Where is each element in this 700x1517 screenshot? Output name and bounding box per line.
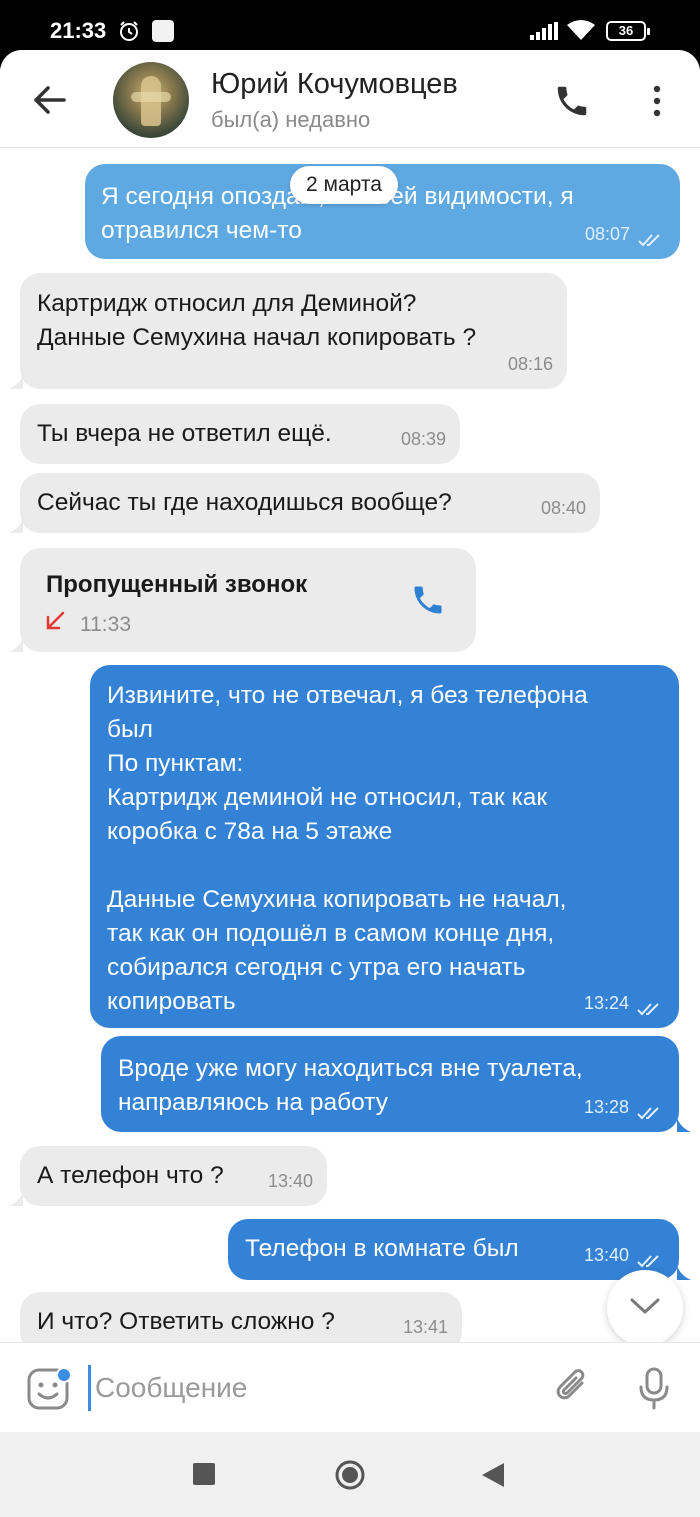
message-text: Вроде уже могу находиться вне туалета, н…: [118, 1055, 583, 1116]
message-text: И что? Ответить сложно ?: [37, 1308, 335, 1335]
missed-call-arrow-icon: [46, 611, 65, 630]
message-time: 13:28: [583, 1097, 629, 1117]
missed-call-card[interactable]: Пропущенный звонок 11:33: [20, 548, 476, 652]
wifi-icon: [567, 20, 595, 40]
status-time: 21:33: [50, 18, 107, 43]
read-ticks-icon: [637, 1255, 659, 1268]
message-bubble-incoming[interactable]: И что? Ответить сложно ? 13:41: [20, 1292, 462, 1342]
app-notification-icon: [152, 20, 174, 42]
battery-icon: 36: [606, 21, 650, 41]
call-back-phone-icon[interactable]: [410, 582, 446, 618]
message-time: 08:16: [507, 354, 553, 374]
chevron-down-icon: [630, 1298, 660, 1314]
back-arrow-icon[interactable]: [26, 80, 72, 120]
chat-header: Юрий Кочумовцев был(а) недавно: [0, 50, 700, 148]
message-time: 08:40: [540, 498, 586, 518]
bubble-tail: [9, 1192, 23, 1206]
contact-status: был(а) недавно: [211, 107, 371, 132]
date-separator: 2 марта: [290, 166, 398, 204]
read-ticks-icon: [637, 1003, 659, 1016]
bubble-tail: [9, 638, 23, 652]
microphone-icon[interactable]: [636, 1365, 672, 1411]
message-time: 08:39: [400, 429, 446, 449]
system-navigation-bar: [0, 1432, 700, 1517]
message-list[interactable]: Я сегодня опоздаю, по всей видимости, я …: [0, 148, 700, 1342]
bubble-tail: [677, 1266, 691, 1280]
phone-icon[interactable]: [553, 82, 591, 120]
message-composer: [0, 1342, 700, 1432]
message-time: 13:40: [583, 1245, 629, 1265]
message-time: 08:07: [584, 224, 630, 244]
message-bubble-incoming[interactable]: А телефон что ? 13:40: [20, 1146, 327, 1206]
message-bubble-incoming[interactable]: Сейчас ты где находишься вообще? 08:40: [20, 473, 600, 533]
bubble-tail: [677, 1118, 691, 1132]
message-bubble-outgoing[interactable]: Вроде уже могу находиться вне туалета, н…: [101, 1036, 679, 1132]
notification-dot: [56, 1367, 72, 1383]
message-bubble-incoming[interactable]: Картридж относил для Деминой? Данные Сем…: [20, 273, 567, 389]
scroll-to-bottom-button[interactable]: [607, 1270, 683, 1346]
chat-screen: Юрий Кочумовцев был(а) недавно Я сегодня…: [0, 50, 700, 1432]
back-triangle-icon[interactable]: [480, 1461, 506, 1489]
message-bubble-incoming[interactable]: Ты вчера не ответил ещё. 08:39: [20, 404, 460, 464]
message-bubble-outgoing[interactable]: Телефон в комнате был 13:40: [228, 1219, 679, 1280]
missed-call-time: 11:33: [80, 613, 131, 636]
recent-apps-icon[interactable]: [193, 1463, 215, 1485]
missed-call-title: Пропущенный звонок: [46, 571, 308, 598]
message-input[interactable]: [88, 1365, 535, 1411]
message-time: 13:41: [402, 1317, 448, 1337]
more-vertical-icon[interactable]: [645, 82, 669, 120]
message-text: Ты вчера не ответил ещё.: [37, 420, 332, 447]
home-icon[interactable]: [334, 1459, 366, 1491]
message-time: 13:24: [583, 993, 629, 1013]
bubble-tail: [9, 375, 23, 389]
bubble-tail: [9, 519, 23, 533]
alarm-icon: [120, 21, 138, 41]
message-bubble-outgoing[interactable]: Извините, что не отвечал, я без телефона…: [90, 665, 679, 1028]
message-text: Сейчас ты где находишься вообще?: [37, 489, 452, 516]
message-time: 13:40: [267, 1171, 313, 1191]
read-ticks-icon: [637, 1107, 659, 1120]
attach-icon[interactable]: [552, 1365, 592, 1411]
message-text: Картридж относил для Деминой? Данные Сем…: [37, 290, 477, 351]
avatar[interactable]: [113, 62, 189, 138]
signal-icon: [530, 22, 558, 40]
contact-name[interactable]: Юрий Кочумовцев: [211, 68, 458, 101]
message-text: Извините, что не отвечал, я без телефона…: [107, 682, 588, 1015]
read-ticks-icon: [638, 234, 660, 247]
